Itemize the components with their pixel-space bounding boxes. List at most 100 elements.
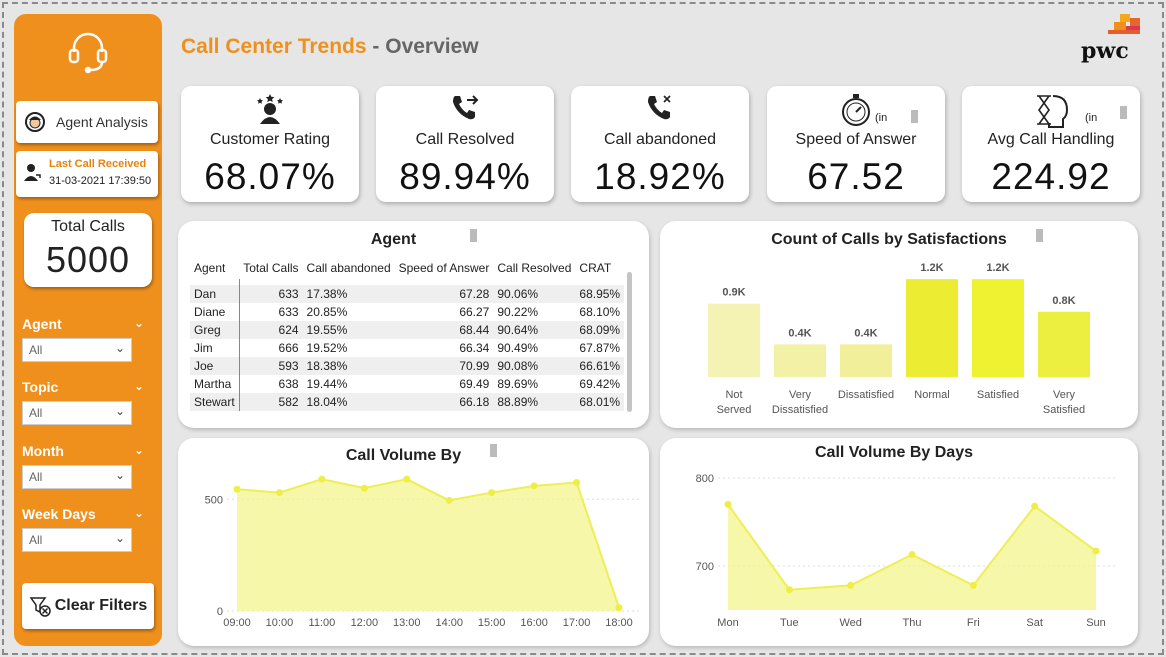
page-title: Call Center Trends - Overview xyxy=(181,35,479,59)
data-point xyxy=(318,475,326,483)
cell: 20.85% xyxy=(306,305,348,319)
x-tick-label: 14:00 xyxy=(435,617,463,629)
slicer-week-days-value: All xyxy=(29,533,43,547)
cell: 69.42% xyxy=(579,377,621,391)
data-point xyxy=(1031,502,1039,510)
data-point xyxy=(233,485,241,493)
chevron-down-icon[interactable]: ⌄ xyxy=(134,379,144,393)
chevron-down-icon: ⌄ xyxy=(114,531,125,545)
total-calls-card: Total Calls 5000 xyxy=(24,213,152,287)
slicer-topic-dropdown[interactable]: All ⌄ xyxy=(22,401,132,425)
kpi-value: 18.92% xyxy=(594,156,726,197)
col-header[interactable]: Call abandoned xyxy=(303,257,395,279)
headset-icon xyxy=(68,32,108,74)
bar xyxy=(1038,311,1090,377)
kpi-label: Call abandoned xyxy=(603,131,717,148)
last-call-label: Last Call Received xyxy=(49,158,147,170)
kpi-customer-rating: Customer Rating 68.07% xyxy=(181,86,359,202)
agent-analysis-button[interactable]: Agent Analysis xyxy=(16,101,158,143)
title-main: Call Center Trends xyxy=(181,35,367,58)
cell: 18.04% xyxy=(302,393,395,411)
chevron-down-icon: ⌄ xyxy=(114,468,125,482)
table-row[interactable]: Martha 638 19.44% 69.49 89.69% 69.42% xyxy=(190,375,624,393)
table-row[interactable]: Stewart 582 18.04% 66.18 88.89% 68.01% xyxy=(190,393,625,411)
clear-filters-button[interactable]: Clear Filters xyxy=(22,583,154,629)
cell: 89.69% xyxy=(497,377,539,391)
phone-missed-icon xyxy=(648,95,671,120)
category-label: Satisfied xyxy=(977,389,1019,401)
x-tick-label: 13:00 xyxy=(393,617,421,629)
slicer-topic-value: All xyxy=(29,406,43,420)
cell: 19.44% xyxy=(306,377,348,391)
kpi-label: Customer Rating xyxy=(209,131,331,148)
bar-data-label: 1.2K xyxy=(920,262,943,274)
category-label: Dissatisfied xyxy=(838,389,894,401)
table-scrollbar[interactable] xyxy=(627,272,632,412)
slicer-month: Month ⌄ All ⌄ xyxy=(22,443,150,489)
satisfaction-chart-panel: Count of Calls by Satisfactions 0.9K Not S… xyxy=(660,221,1138,428)
sidebar-header xyxy=(14,14,162,92)
cell: 70.99 xyxy=(394,357,494,375)
x-tick-label: Sat xyxy=(1026,617,1043,629)
kpi-avg-call-handling: (in Avg Call Handling 224.92 xyxy=(962,86,1140,202)
col-header[interactable]: Total Calls xyxy=(239,257,302,279)
table-row[interactable]: Jim 666 19.52% 66.34 90.49% 67.87% xyxy=(190,339,624,357)
slicer-week-days-label: Week Days xyxy=(22,506,96,522)
cell: Jim xyxy=(190,339,240,357)
kpi-value: 67.52 xyxy=(807,156,905,197)
kpi-call-abandoned: Call abandoned 18.92% xyxy=(571,86,749,202)
y-tick-label: 800 xyxy=(696,473,714,485)
slicer-agent-dropdown[interactable]: All ⌄ xyxy=(22,338,132,362)
kpi-value: 224.92 xyxy=(991,156,1111,197)
data-point xyxy=(275,489,283,497)
col-header[interactable]: CRAT xyxy=(575,257,624,279)
satisfaction-bar-chart: 0.9K Not Served 0.4K Very Dissatisfied 0.4K Dis… xyxy=(708,262,1090,416)
kpi-unit-note: (in xyxy=(1085,112,1098,124)
cell: Martha xyxy=(190,375,240,393)
cell: 624 xyxy=(239,321,303,339)
category-label: Not xyxy=(725,389,742,401)
caller-icon xyxy=(24,164,41,181)
hourglass-head-icon xyxy=(1037,95,1069,128)
chevron-down-icon[interactable]: ⌄ xyxy=(134,316,144,330)
kpi-value: 68.07% xyxy=(204,156,336,197)
cell: 90.08% xyxy=(493,357,576,375)
table-row[interactable]: Greg 624 19.55% 68.44 90.64% 68.09% xyxy=(190,321,625,339)
cell: 17.38% xyxy=(302,285,395,303)
slicer-agent-label: Agent xyxy=(22,316,62,332)
x-tick-label: 09:00 xyxy=(223,617,251,629)
clear-filters-label: Clear Filters xyxy=(54,597,148,614)
panel-scroll-handle[interactable] xyxy=(470,229,477,242)
total-calls-label: Total Calls xyxy=(51,218,125,235)
bar xyxy=(774,344,826,377)
kpi-scrollbar[interactable] xyxy=(911,110,918,123)
kpi-scrollbar[interactable] xyxy=(1120,106,1127,119)
phone-forward-icon xyxy=(453,95,479,120)
cell: 66.27 xyxy=(459,305,490,319)
table-row[interactable]: Dan 633 17.38% 67.28 90.06% 68.95% xyxy=(190,285,625,303)
chevron-down-icon[interactable]: ⌄ xyxy=(134,506,144,520)
slicer-week-days-dropdown[interactable]: All ⌄ xyxy=(22,528,132,552)
data-point xyxy=(969,581,977,589)
chevron-down-icon[interactable]: ⌄ xyxy=(134,443,144,457)
table-row[interactable]: Joe 593 18.38% 70.99 90.08% 66.61% xyxy=(190,357,625,375)
category-label: Very xyxy=(1053,389,1076,401)
slicer-month-value: All xyxy=(29,470,43,484)
col-header[interactable]: Call Resolved xyxy=(493,257,575,279)
table-header-row: Agent Total Calls Call abandoned Speed o… xyxy=(190,257,624,279)
data-point xyxy=(360,484,368,492)
agent-table-panel: Agent Agent Total Calls Call abandoned S… xyxy=(178,221,649,428)
bar xyxy=(708,303,760,377)
cell: 69.49 xyxy=(459,377,490,391)
data-point xyxy=(488,489,496,497)
hourly-volume-chart: 0 500 09:00 10:00 11:00 12:00 13:00 14:00 15:00 1… xyxy=(205,475,639,629)
col-header[interactable]: Speed of Answer xyxy=(395,257,494,279)
col-header[interactable]: Agent xyxy=(190,257,239,279)
bar-data-label: 1.2K xyxy=(986,262,1009,274)
table-row[interactable]: Diane 633 20.85% 66.27 90.22% 68.10% xyxy=(190,303,624,321)
x-tick-label: 16:00 xyxy=(520,617,548,629)
kpi-value: 89.94% xyxy=(399,156,531,197)
slicer-month-dropdown[interactable]: All ⌄ xyxy=(22,465,132,489)
cell: Dan xyxy=(190,285,240,303)
cell: 19.55% xyxy=(302,321,395,339)
